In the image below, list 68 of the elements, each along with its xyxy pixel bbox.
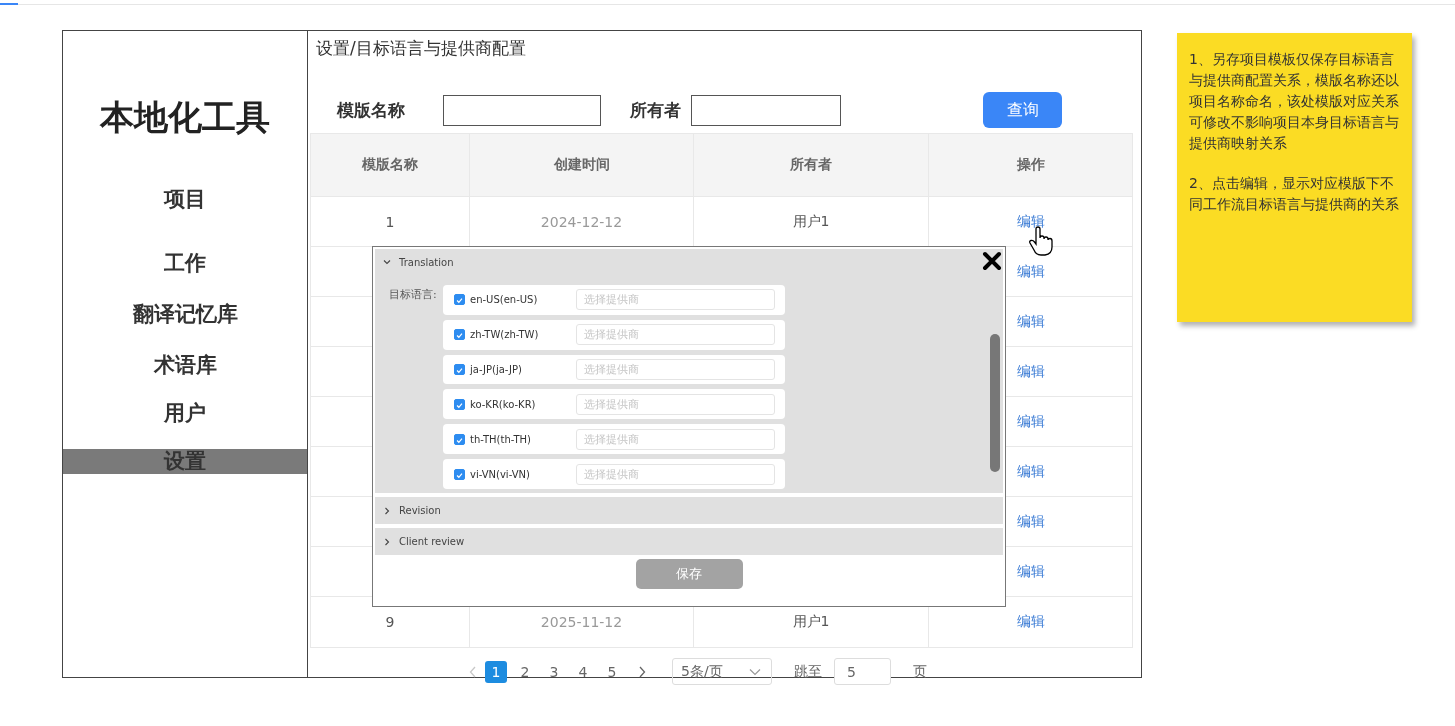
query-button[interactable]: 查询 [983,92,1062,128]
app-title: 本地化工具 [100,96,270,139]
edit-link[interactable]: 编辑 [1016,362,1045,381]
edit-link[interactable]: 编辑 [1016,462,1045,481]
chevron-icon [383,537,391,546]
checkbox[interactable] [454,398,465,410]
section-header[interactable]: Revision [375,497,1003,524]
jump-label: 跳至 [794,662,822,681]
checkbox[interactable] [454,364,465,376]
column-header: 创建时间 [470,134,694,196]
sidebar-item[interactable]: 翻译记忆库 [63,300,307,328]
sidebar-item[interactable]: 术语库 [63,351,307,379]
table-cell: 2024-12-12 [540,213,623,230]
language-label: zh-TW(zh-TW) [470,329,540,341]
caret-icon [749,667,761,676]
sidebar-item[interactable]: 设置 [63,449,307,474]
edit-link[interactable]: 编辑 [1016,412,1045,431]
column-header: 所有者 [694,134,929,196]
edit-link[interactable]: 编辑 [1016,262,1045,281]
language-label: ko-KR(ko-KR) [470,398,537,410]
edit-link[interactable]: 编辑 [1016,212,1045,231]
field-label: 目标语言: [389,287,438,303]
edit-link[interactable]: 编辑 [1016,613,1045,631]
input-field[interactable] [691,94,841,126]
chevron-icon [383,258,391,266]
table-cell: 用户1 [792,613,830,631]
filter-label: 所有者 [630,98,681,122]
page-unit: 页 [913,662,927,681]
hand-cursor-icon [1029,226,1053,256]
checkbox[interactable] [454,294,465,306]
table-cell: 用户1 [792,212,830,231]
note-text: 2、点击编辑，显示对应模版下不同工作流目标语言与提供商的关系 [1189,174,1400,214]
note-text: 1、另存项目模板仅保存目标语言与提供商配置关系，模版名称还以项目名称命名，该处模版对应关系可修改不影响项目本身目标语言与提供商映射关系 [1189,50,1400,153]
sidebar-item[interactable]: 工作 [63,249,307,277]
edit-link[interactable]: 编辑 [1016,562,1045,581]
page-jump-field[interactable]: 5 [834,658,891,685]
page-number[interactable]: 4 [572,660,594,683]
checkbox[interactable] [454,468,465,480]
chevron-icon [383,506,391,515]
close-icon[interactable] [982,251,1002,271]
breadcrumb: 设置/目标语言与提供商配置 [316,37,527,60]
next-page-icon[interactable] [638,665,646,678]
checkbox[interactable] [454,329,465,341]
column-header: 操作 [1015,155,1046,174]
input-field[interactable] [443,94,601,126]
scrollbar[interactable] [990,334,1000,472]
section-header[interactable]: Translation [375,249,1003,275]
table-cell: 1 [385,213,395,230]
sidebar-item[interactable]: 用户 [63,399,307,427]
language-label: th-TH(th-TH) [470,433,532,445]
edit-link[interactable]: 编辑 [1016,312,1045,331]
language-label: vi-VN(vi-VN) [470,468,531,480]
language-label: ja-JP(ja-JP) [470,364,523,376]
previous-page-icon[interactable] [469,665,477,678]
filter-label: 模版名称 [337,98,405,122]
page-number[interactable]: 2 [514,660,536,683]
edit-link[interactable]: 编辑 [1016,512,1045,531]
table-cell: 2025-11-12 [540,614,623,630]
page-number[interactable]: 5 [601,660,623,683]
column-header: 模版名称 [311,134,470,196]
page-size-select[interactable]: 5条/页 [672,658,772,685]
sidebar-item[interactable]: 项目 [63,185,307,213]
checkbox[interactable] [454,433,465,445]
language-label: en-US(en-US) [470,294,539,306]
table-cell: 9 [385,614,395,630]
page-number[interactable]: 1 [485,660,507,683]
page-number[interactable]: 3 [543,660,565,683]
section-header[interactable]: Client review [375,528,1003,555]
